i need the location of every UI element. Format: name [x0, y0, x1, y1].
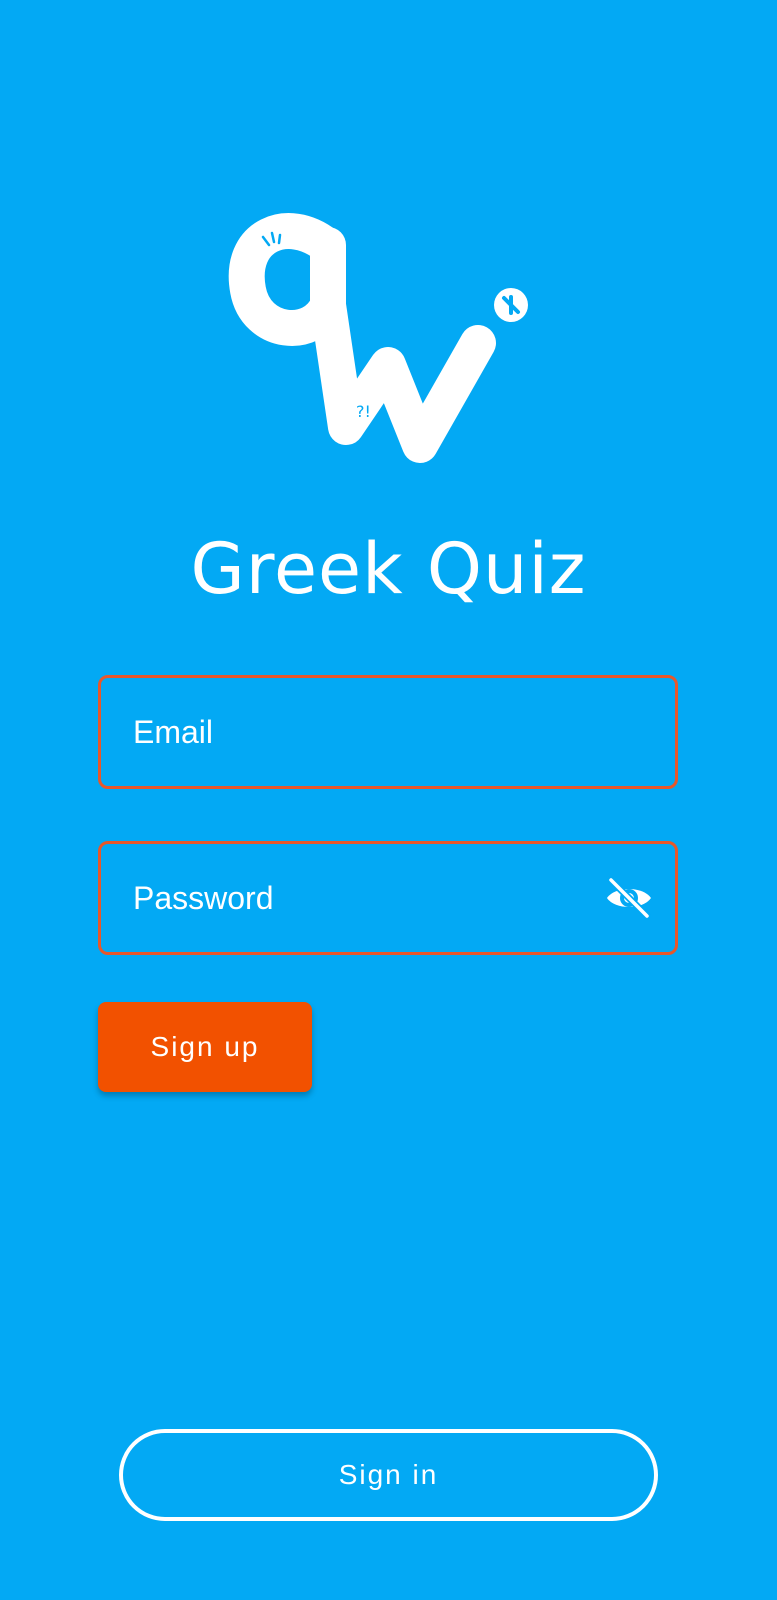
password-field[interactable]	[98, 841, 678, 955]
sign-up-button[interactable]: Sign up	[98, 1002, 312, 1092]
email-input[interactable]	[133, 713, 553, 751]
greek-quiz-logo-icon: ?!	[228, 213, 528, 463]
app-title: Greek Quiz	[190, 528, 587, 610]
email-field[interactable]	[98, 675, 678, 789]
svg-text:?!: ?!	[356, 402, 371, 421]
password-input[interactable]	[133, 879, 553, 917]
sign-in-button[interactable]: Sign in	[119, 1429, 658, 1521]
eye-off-icon[interactable]	[603, 876, 655, 920]
